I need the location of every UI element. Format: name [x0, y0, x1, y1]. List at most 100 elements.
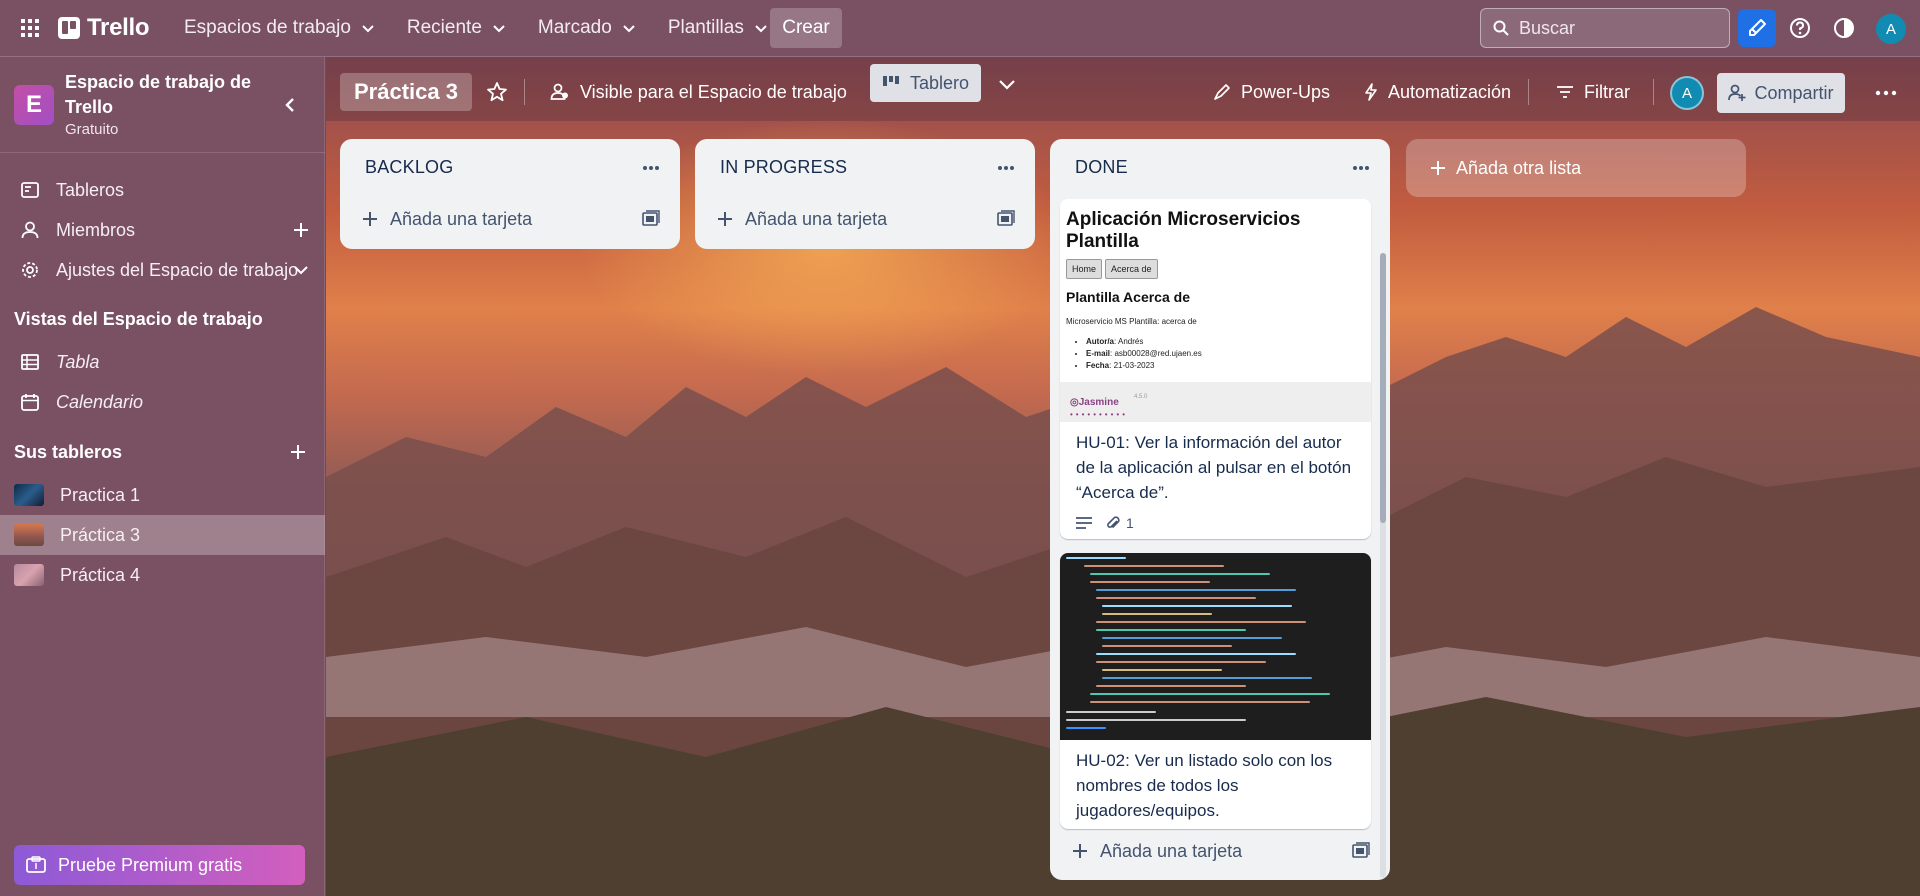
top-nav: Espacios de trabajo Reciente Marcado Pla…: [170, 8, 782, 48]
paperclip-icon: [1107, 516, 1120, 529]
more-options-icon[interactable]: [1874, 85, 1898, 101]
header-divider: [1653, 79, 1654, 105]
sidebar-item-table[interactable]: Tabla: [0, 342, 325, 382]
premium-label: Pruebe Premium gratis: [58, 854, 243, 875]
chevron-down-icon: [493, 25, 505, 33]
user-avatar[interactable]: A: [1876, 14, 1906, 44]
add-card-label: Añada una tarjeta: [745, 208, 888, 229]
create-button[interactable]: Crear: [770, 8, 842, 48]
notifications-button[interactable]: [1738, 9, 1776, 47]
card-template-icon[interactable]: [642, 210, 660, 228]
description-icon: [1076, 517, 1092, 529]
boards-heading: Sus tableros: [14, 442, 123, 462]
workspace-name[interactable]: Espacio de trabajo de Trello: [65, 70, 275, 120]
attachments-count: 1: [1126, 515, 1134, 531]
list-done: DONE Aplicación Microservicios Plantilla…: [1050, 139, 1390, 880]
card-title: HU-01: Ver la información del autor de l…: [1076, 433, 1352, 502]
chevron-down-icon[interactable]: [291, 260, 311, 280]
code-line: [1102, 613, 1212, 615]
code-line: [1090, 693, 1330, 695]
list-menu-icon[interactable]: [997, 165, 1015, 171]
lightning-icon: [1365, 83, 1377, 101]
add-board-icon[interactable]: [288, 442, 308, 462]
add-card-button[interactable]: Añada una tarjeta: [703, 199, 1027, 239]
trello-logo[interactable]: Trello: [58, 14, 150, 42]
card-template-icon[interactable]: [1352, 842, 1370, 860]
help-button[interactable]: [1784, 12, 1816, 44]
person-icon: [20, 220, 40, 240]
attachments-badge: 1: [1106, 515, 1134, 531]
nav-starred[interactable]: Marcado: [524, 8, 650, 48]
sidebar-board-practica-4[interactable]: Práctica 4: [0, 555, 325, 595]
card-template-icon[interactable]: [997, 210, 1015, 228]
list-menu-icon[interactable]: [642, 165, 660, 171]
sidebar-item-label: Ajustes del Espacio de trabajo: [56, 259, 299, 280]
theme-toggle-button[interactable]: [1828, 12, 1860, 44]
add-member-icon[interactable]: [291, 220, 311, 240]
chevron-down-icon[interactable]: [996, 73, 1018, 95]
board-header: Práctica 3 Visible para el Espacio de tr…: [326, 57, 1920, 121]
cover-paragraph: Microservicio MS Plantilla: acerca de: [1066, 317, 1197, 326]
power-ups-button[interactable]: Power-Ups: [1203, 73, 1340, 111]
card-cover-image: Aplicación Microservicios Plantilla Home…: [1060, 199, 1371, 422]
add-card-button[interactable]: Añada una tarjeta: [348, 199, 672, 239]
visibility-button[interactable]: Visible para el Espacio de trabajo: [540, 73, 857, 111]
cover-tabs: Home Acerca de: [1066, 259, 1365, 279]
cover-info-value: : Andrés: [1114, 337, 1144, 346]
automation-label: Automatización: [1388, 81, 1512, 102]
search-box[interactable]: [1480, 8, 1730, 48]
list-title[interactable]: DONE: [1075, 157, 1128, 178]
cover-heading: Aplicación Microservicios Plantilla: [1066, 209, 1301, 252]
add-card-button[interactable]: Añada una tarjeta: [1058, 831, 1382, 871]
list-title[interactable]: BACKLOG: [365, 157, 453, 178]
board-member-avatar[interactable]: A: [1670, 76, 1704, 110]
code-line: [1090, 581, 1210, 583]
workspace-avatar[interactable]: E: [14, 85, 54, 125]
board-view-icon: [883, 76, 899, 86]
sidebar-item-settings[interactable]: Ajustes del Espacio de trabajo: [0, 250, 325, 290]
list-in-progress: IN PROGRESS Añada una tarjeta: [695, 139, 1035, 249]
sidebar-item-boards[interactable]: Tableros: [0, 170, 325, 210]
card-hu-02[interactable]: HU-02: Ver un listado solo con los nombr…: [1060, 553, 1371, 829]
list-menu-icon[interactable]: [1352, 165, 1370, 171]
nav-recent[interactable]: Reciente: [393, 8, 520, 48]
cover-info-row: E-mail: asb00028@red.ujaen.es: [1086, 348, 1365, 360]
list-scrollbar[interactable]: [1380, 253, 1386, 878]
board-view-button[interactable]: Tablero: [870, 64, 982, 102]
card-hu-01[interactable]: Aplicación Microservicios Plantilla Home…: [1060, 199, 1371, 539]
workspace-plan: Gratuito: [65, 121, 119, 138]
star-icon[interactable]: [486, 81, 508, 103]
automation-button[interactable]: Automatización: [1354, 73, 1521, 111]
try-premium-button[interactable]: Pruebe Premium gratis: [14, 845, 305, 885]
apps-grid-icon[interactable]: [20, 18, 40, 38]
sidebar-item-label: Miembros: [56, 219, 136, 240]
nav-workspaces[interactable]: Espacios de trabajo: [170, 8, 389, 48]
share-button[interactable]: Compartir: [1717, 73, 1845, 113]
workspace-header: E Espacio de trabajo de Trello Gratuito: [0, 57, 325, 153]
board-view-label: Tablero: [910, 72, 970, 93]
filter-button[interactable]: Filtrar: [1546, 73, 1640, 111]
add-list-label: Añada otra lista: [1456, 157, 1582, 178]
plus-icon: [363, 212, 377, 226]
code-line: [1090, 701, 1310, 703]
nav-templates[interactable]: Plantillas: [654, 8, 782, 48]
cover-info-value: : asb00028@red.ujaen.es: [1110, 349, 1202, 358]
gear-icon: [20, 260, 40, 280]
people-icon: [550, 83, 568, 100]
cover-tab-home: Home: [1066, 259, 1103, 279]
list-scrollbar-thumb[interactable]: [1380, 253, 1386, 523]
code-line: [1090, 573, 1270, 575]
sidebar-item-members[interactable]: Miembros: [0, 210, 325, 250]
add-list-button[interactable]: Añada otra lista: [1406, 139, 1746, 197]
search-input[interactable]: [1519, 17, 1709, 39]
collapse-sidebar-icon[interactable]: [280, 95, 300, 115]
sidebar-board-practica-3[interactable]: Práctica 3: [0, 515, 325, 555]
code-line: [1102, 677, 1312, 679]
code-line: [1102, 645, 1232, 647]
board-title[interactable]: Práctica 3: [340, 73, 472, 111]
sidebar-board-practica-1[interactable]: Practica 1: [0, 475, 325, 515]
views-heading: Vistas del Espacio de trabajo: [14, 309, 263, 329]
sidebar-item-calendar[interactable]: Calendario: [0, 382, 325, 422]
nav-workspaces-label: Espacios de trabajo: [184, 17, 351, 38]
list-title[interactable]: IN PROGRESS: [720, 157, 847, 178]
